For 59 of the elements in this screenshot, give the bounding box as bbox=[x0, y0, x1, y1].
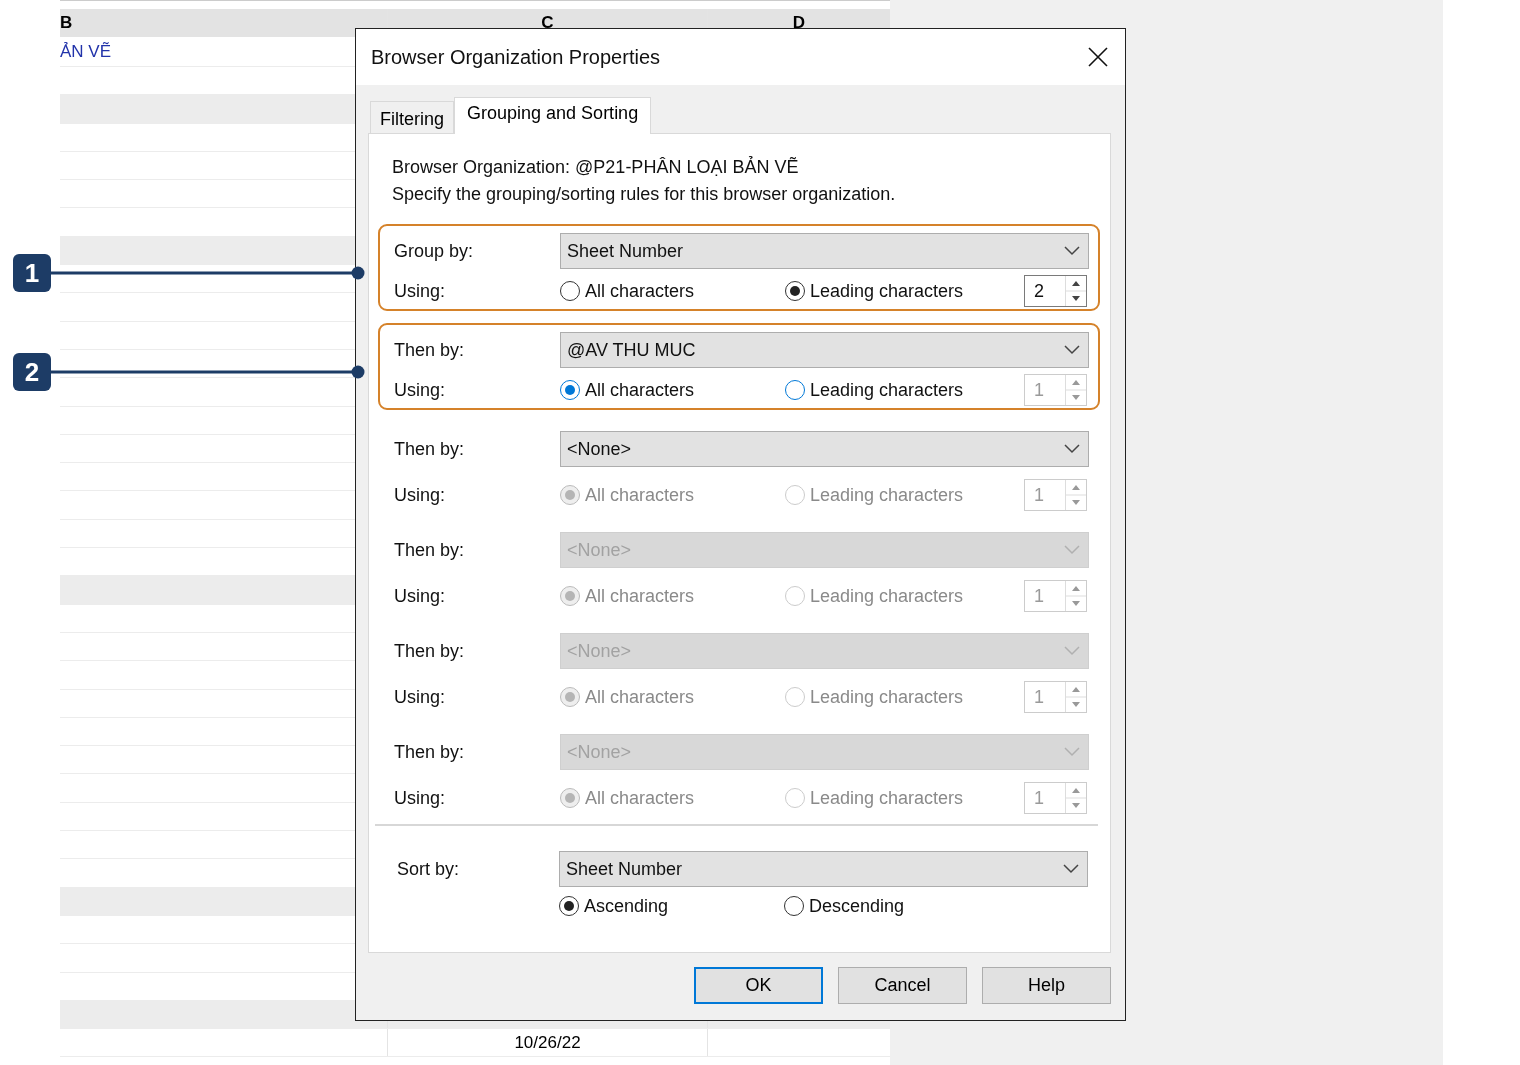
field-label: Using: bbox=[394, 484, 447, 506]
radio-button[interactable] bbox=[560, 380, 580, 400]
radio-button[interactable] bbox=[784, 896, 804, 916]
dropdown[interactable]: Sheet Number bbox=[560, 233, 1089, 269]
radio-button[interactable] bbox=[559, 896, 579, 916]
callout-badge: 2 bbox=[13, 353, 51, 391]
radio-label[interactable]: Leading characters bbox=[810, 379, 964, 401]
window-title: Browser Organization Properties bbox=[371, 45, 660, 69]
column-header: D bbox=[791, 12, 807, 34]
field-label: Using: bbox=[394, 686, 447, 708]
radio-label[interactable]: All characters bbox=[585, 686, 695, 708]
tab[interactable]: Filtering bbox=[370, 101, 455, 133]
radio-button[interactable] bbox=[785, 380, 805, 400]
field-label: Using: bbox=[394, 379, 447, 401]
dropdown[interactable]: @AV THU MUC bbox=[560, 332, 1089, 368]
table-cell: 10/26/22 bbox=[387, 1029, 708, 1057]
field-label: Then by: bbox=[394, 741, 466, 763]
field-label: Then by: bbox=[394, 539, 466, 561]
number-spinner[interactable]: 2 bbox=[1024, 275, 1087, 307]
field-label: Then by: bbox=[394, 640, 466, 662]
radio-button[interactable] bbox=[785, 281, 805, 301]
chevron-icon bbox=[1064, 444, 1080, 454]
dialog-button[interactable]: Help bbox=[982, 967, 1111, 1004]
dialog-button[interactable]: OK bbox=[694, 967, 823, 1004]
chevron-icon bbox=[1064, 345, 1080, 355]
dialog-button[interactable]: Cancel bbox=[838, 967, 967, 1004]
radio-label[interactable]: Ascending bbox=[584, 895, 669, 917]
field-label: Then by: bbox=[394, 339, 466, 361]
chevron-icon bbox=[1064, 646, 1080, 656]
chevron-icon bbox=[1064, 747, 1080, 757]
field-label: Then by: bbox=[394, 438, 466, 460]
dropdown[interactable]: Sheet Number bbox=[559, 851, 1088, 887]
field-label: Using: bbox=[394, 787, 447, 809]
tab[interactable]: Grouping and Sorting bbox=[454, 97, 652, 134]
chevron-icon bbox=[1064, 246, 1080, 256]
radio-label[interactable]: Leading characters bbox=[810, 585, 964, 607]
radio-label[interactable]: All characters bbox=[585, 379, 695, 401]
dropdown[interactable]: <None> bbox=[560, 431, 1089, 467]
radio-label[interactable]: Leading characters bbox=[810, 787, 964, 809]
chevron-icon bbox=[1064, 545, 1080, 555]
instruction-text: Specify the grouping/sorting rules for this browser organization. bbox=[391, 183, 897, 206]
field-label: Sort by: bbox=[397, 858, 461, 880]
field-label: Using: bbox=[394, 280, 447, 302]
organization-line: Browser Organization: @P21-PHÂN LOẠI BẢN VẼ bbox=[391, 155, 800, 179]
radio-button[interactable] bbox=[560, 281, 580, 301]
chevron-icon bbox=[1063, 864, 1079, 874]
radio-label[interactable]: Leading characters bbox=[810, 280, 964, 302]
radio-label[interactable]: Descending bbox=[809, 895, 905, 917]
close-icon[interactable] bbox=[1088, 47, 1108, 67]
field-label: Group by: bbox=[394, 240, 475, 262]
field-label: Using: bbox=[394, 585, 447, 607]
column-header: B bbox=[60, 12, 74, 34]
radio-label[interactable]: Leading characters bbox=[810, 686, 964, 708]
callout-badge: 1 bbox=[13, 254, 51, 292]
radio-label[interactable]: Leading characters bbox=[810, 484, 964, 506]
radio-label[interactable]: All characters bbox=[585, 484, 695, 506]
radio-label[interactable]: All characters bbox=[585, 280, 695, 302]
radio-label[interactable]: All characters bbox=[585, 585, 695, 607]
radio-label[interactable]: All characters bbox=[585, 787, 695, 809]
